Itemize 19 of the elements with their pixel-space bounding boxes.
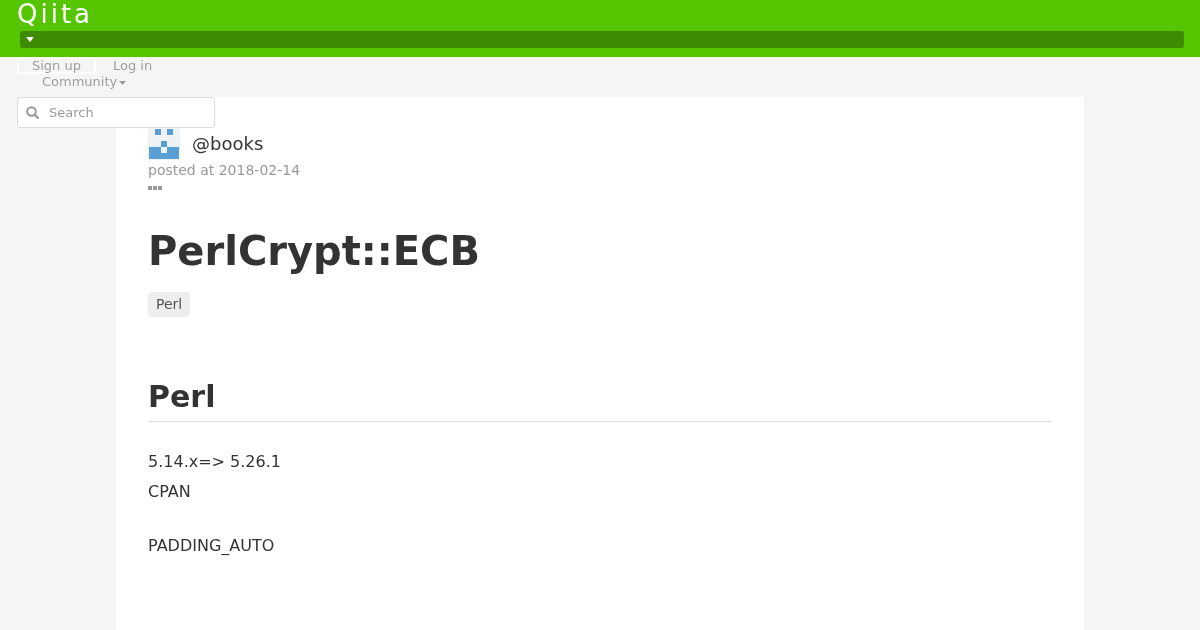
sign-up-button[interactable]: Sign up	[17, 57, 96, 74]
community-menu[interactable]: Community	[42, 75, 118, 89]
author-name[interactable]: @books	[192, 133, 264, 155]
avatar-icon	[148, 128, 180, 160]
body-text: PADDING_AUTO	[148, 535, 275, 557]
site-logo[interactable]: Qiita	[17, 0, 94, 28]
body-text: 5.14.x=> 5.26.1	[148, 451, 281, 473]
caret-icon	[119, 80, 127, 85]
body-text: CPAN	[148, 481, 191, 503]
article-title: PerlCrypt::ECB	[148, 227, 480, 276]
log-in-link[interactable]: Log in	[113, 58, 153, 74]
section-heading: Perl	[148, 379, 216, 415]
post-date: posted at 2018-02-14	[148, 161, 301, 180]
tag-link[interactable]: Perl	[148, 292, 191, 317]
caret-icon	[26, 37, 34, 42]
ellipsis-icon	[148, 186, 162, 190]
search-icon	[26, 106, 39, 119]
nav-dropdown[interactable]	[20, 31, 1184, 48]
search-field[interactable]: Search	[17, 97, 215, 128]
